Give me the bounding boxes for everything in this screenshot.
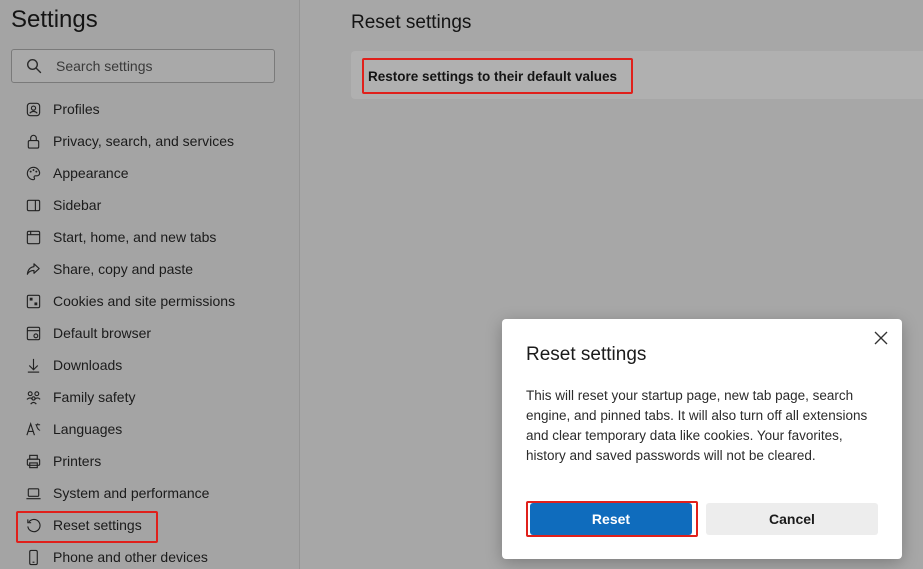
- phone-icon: [24, 548, 42, 566]
- search-input[interactable]: [56, 58, 256, 74]
- sidebar-item-system[interactable]: System and performance: [0, 477, 300, 509]
- search-icon: [26, 58, 42, 74]
- sidebar-item-appearance[interactable]: Appearance: [0, 157, 300, 189]
- sidebar-item-label: Reset settings: [53, 517, 142, 533]
- sidebar-item-label: System and performance: [53, 485, 210, 501]
- sidebar-item-start-home[interactable]: Start, home, and new tabs: [0, 221, 300, 253]
- sidebar-item-downloads[interactable]: Downloads: [0, 349, 300, 381]
- share-icon: [24, 260, 42, 278]
- sidebar-item-share[interactable]: Share, copy and paste: [0, 253, 300, 285]
- sidebar-item-label: Default browser: [53, 325, 152, 341]
- home-tabs-icon: [24, 228, 42, 246]
- sidebar-item-profiles[interactable]: Profiles: [0, 93, 300, 125]
- sidebar-item-label: Cookies and site permissions: [53, 293, 236, 309]
- palette-icon: [24, 164, 42, 182]
- sidebar-item-label: Languages: [53, 421, 123, 437]
- reset-button[interactable]: Reset: [530, 503, 692, 535]
- browser-icon: [24, 324, 42, 342]
- sidebar-item-label: Family safety: [53, 389, 136, 405]
- printer-icon: [24, 452, 42, 470]
- sidebar-icon: [24, 196, 42, 214]
- cookies-icon: [24, 292, 42, 310]
- language-icon: [24, 420, 42, 438]
- sidebar-item-privacy[interactable]: Privacy, search, and services: [0, 125, 300, 157]
- close-icon[interactable]: [872, 329, 890, 347]
- sidebar-item-cookies[interactable]: Cookies and site permissions: [0, 285, 300, 317]
- sidebar-item-label: Profiles: [53, 101, 100, 117]
- dialog-title: Reset settings: [526, 344, 647, 365]
- sidebar-title: Settings: [11, 6, 98, 33]
- sidebar-item-label: Start, home, and new tabs: [53, 229, 217, 245]
- dialog-body: This will reset your startup page, new t…: [526, 388, 868, 463]
- restore-defaults-label[interactable]: Restore settings to their default values: [362, 58, 633, 94]
- sidebar-item-label: Appearance: [53, 165, 129, 181]
- cancel-button[interactable]: Cancel: [706, 503, 878, 535]
- sidebar-item-label: Printers: [53, 453, 102, 469]
- sidebar-item-label: Share, copy and paste: [53, 261, 194, 277]
- sidebar-item-family-safety[interactable]: Family safety: [0, 381, 300, 413]
- family-icon: [24, 388, 42, 406]
- download-icon: [24, 356, 42, 374]
- settings-nav: Profiles Privacy, search, and services A…: [0, 93, 300, 569]
- lock-icon: [24, 132, 42, 150]
- sidebar-item-printers[interactable]: Printers: [0, 445, 300, 477]
- sidebar-item-default-browser[interactable]: Default browser: [0, 317, 300, 349]
- search-box[interactable]: [11, 49, 275, 83]
- sidebar-item-sidebar[interactable]: Sidebar: [0, 189, 300, 221]
- page-title: Reset settings: [351, 12, 472, 33]
- laptop-icon: [24, 484, 42, 502]
- sidebar-item-label: Privacy, search, and services: [53, 133, 235, 149]
- sidebar-item-label: Phone and other devices: [53, 549, 208, 565]
- reset-settings-dialog: Reset settings This will reset your star…: [502, 319, 902, 559]
- sidebar-item-label: Sidebar: [53, 197, 102, 213]
- sidebar-item-languages[interactable]: Languages: [0, 413, 300, 445]
- profile-icon: [24, 100, 42, 118]
- sidebar-item-label: Downloads: [53, 357, 123, 373]
- settings-sidebar: Settings Profiles Privacy, search, and s…: [0, 0, 300, 569]
- reset-icon: [24, 516, 42, 534]
- sidebar-item-phone[interactable]: Phone and other devices: [0, 541, 300, 569]
- sidebar-item-reset-settings[interactable]: Reset settings: [0, 509, 300, 543]
